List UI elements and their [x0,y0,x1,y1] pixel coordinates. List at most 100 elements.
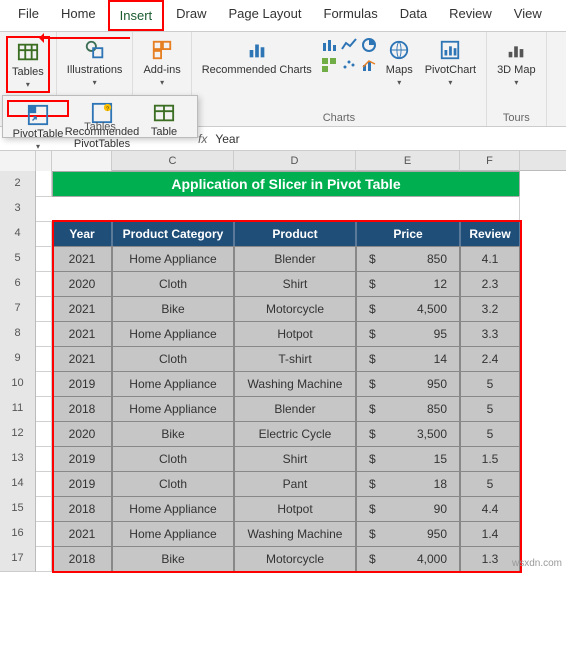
pie-chart-icon[interactable] [360,36,378,54]
cell[interactable] [36,346,52,372]
tab-insert[interactable]: Insert [108,0,165,31]
cell[interactable] [36,296,52,322]
cell[interactable]: 2.3 [460,271,520,297]
cell[interactable] [36,221,52,247]
line-chart-icon[interactable] [340,36,358,54]
recommended-charts-button[interactable]: Recommended Charts [198,36,316,78]
cell[interactable]: Cloth [112,471,234,497]
cell[interactable] [36,521,52,547]
cell[interactable]: 2018 [52,546,112,572]
cell[interactable]: Bike [112,296,234,322]
row-header[interactable]: 15 [0,496,36,522]
table-header[interactable]: Year [52,221,112,247]
cell[interactable]: 2021 [52,246,112,272]
fx-icon[interactable]: fx [198,132,207,146]
tab-draw[interactable]: Draw [166,0,216,31]
cell[interactable]: 5 [460,396,520,422]
cell[interactable]: T-shirt [234,346,356,372]
price-cell[interactable]: $95 [356,321,460,347]
cell[interactable]: 3.2 [460,296,520,322]
cell[interactable]: Electric Cycle [234,421,356,447]
cell[interactable]: 2020 [52,271,112,297]
cell[interactable] [36,271,52,297]
cell[interactable]: 2018 [52,496,112,522]
price-cell[interactable]: $14 [356,346,460,372]
cell[interactable]: Home Appliance [112,496,234,522]
addins-button[interactable]: Add-ins [139,36,184,89]
row-header[interactable]: 2 [0,171,36,197]
3dmap-button[interactable]: 3D Map [493,36,540,89]
row-header[interactable]: 9 [0,346,36,372]
cell[interactable]: Hotpot [234,321,356,347]
cell[interactable] [36,196,520,222]
row-header[interactable]: 12 [0,421,36,447]
cell[interactable]: Home Appliance [112,321,234,347]
cell[interactable]: 1.4 [460,521,520,547]
pivottable-button[interactable]: PivotTable [7,100,69,117]
cell[interactable]: Home Appliance [112,521,234,547]
tab-page-layout[interactable]: Page Layout [219,0,312,31]
cell[interactable]: Motorcycle [234,296,356,322]
cell[interactable]: Cloth [112,446,234,472]
cell[interactable] [36,246,52,272]
cell[interactable]: Cloth [112,346,234,372]
col-C[interactable]: C [112,151,234,171]
combo-chart-icon[interactable] [360,56,378,74]
price-cell[interactable]: $4,500 [356,296,460,322]
price-cell[interactable]: $15 [356,446,460,472]
cell[interactable] [36,421,52,447]
row-header[interactable]: 16 [0,521,36,547]
cell[interactable]: 5 [460,371,520,397]
row-header[interactable]: 3 [0,196,36,222]
cell[interactable] [36,371,52,397]
cell[interactable] [36,321,52,347]
cell[interactable]: 2019 [52,446,112,472]
cell[interactable] [36,496,52,522]
price-cell[interactable]: $950 [356,371,460,397]
maps-button[interactable]: Maps [382,36,417,89]
cell[interactable] [36,446,52,472]
cell[interactable]: 1.5 [460,446,520,472]
tab-review[interactable]: Review [439,0,502,31]
tab-formulas[interactable]: Formulas [314,0,388,31]
cell[interactable]: 2021 [52,346,112,372]
row-header[interactable]: 14 [0,471,36,497]
row-header[interactable]: 5 [0,246,36,272]
cell[interactable]: Home Appliance [112,396,234,422]
tables-button[interactable]: Tables [6,36,50,93]
cell[interactable]: 2021 [52,521,112,547]
recommended-pivottables-button[interactable]: ? Recommended PivotTables [71,100,133,117]
row-header[interactable]: 17 [0,546,36,572]
table-header[interactable]: Price [356,221,460,247]
row-header[interactable]: 13 [0,446,36,472]
tab-data[interactable]: Data [390,0,437,31]
cell[interactable]: Pant [234,471,356,497]
cell[interactable]: Blender [234,246,356,272]
tab-view[interactable]: View [504,0,552,31]
table-header[interactable]: Product Category [112,221,234,247]
cell[interactable]: 2020 [52,421,112,447]
cell[interactable]: Home Appliance [112,246,234,272]
illustrations-button[interactable]: Illustrations [63,36,127,89]
cell[interactable] [36,396,52,422]
column-chart-icon[interactable] [320,36,338,54]
cell[interactable]: Blender [234,396,356,422]
tab-home[interactable]: Home [51,0,106,31]
pivotchart-button[interactable]: PivotChart [421,36,480,89]
scatter-chart-icon[interactable] [340,56,358,74]
price-cell[interactable]: $850 [356,246,460,272]
cell[interactable]: 4.1 [460,246,520,272]
cell[interactable]: Washing Machine [234,371,356,397]
price-cell[interactable]: $850 [356,396,460,422]
row-header[interactable]: 6 [0,271,36,297]
cell[interactable]: Bike [112,421,234,447]
table-button[interactable]: Table [135,100,193,117]
row-header[interactable]: 10 [0,371,36,397]
cell[interactable]: Bike [112,546,234,572]
price-cell[interactable]: $90 [356,496,460,522]
formula-value[interactable]: Year [215,132,239,146]
table-header[interactable]: Review [460,221,520,247]
cell[interactable]: Hotpot [234,496,356,522]
cell[interactable]: Motorcycle [234,546,356,572]
cell[interactable]: 3.3 [460,321,520,347]
